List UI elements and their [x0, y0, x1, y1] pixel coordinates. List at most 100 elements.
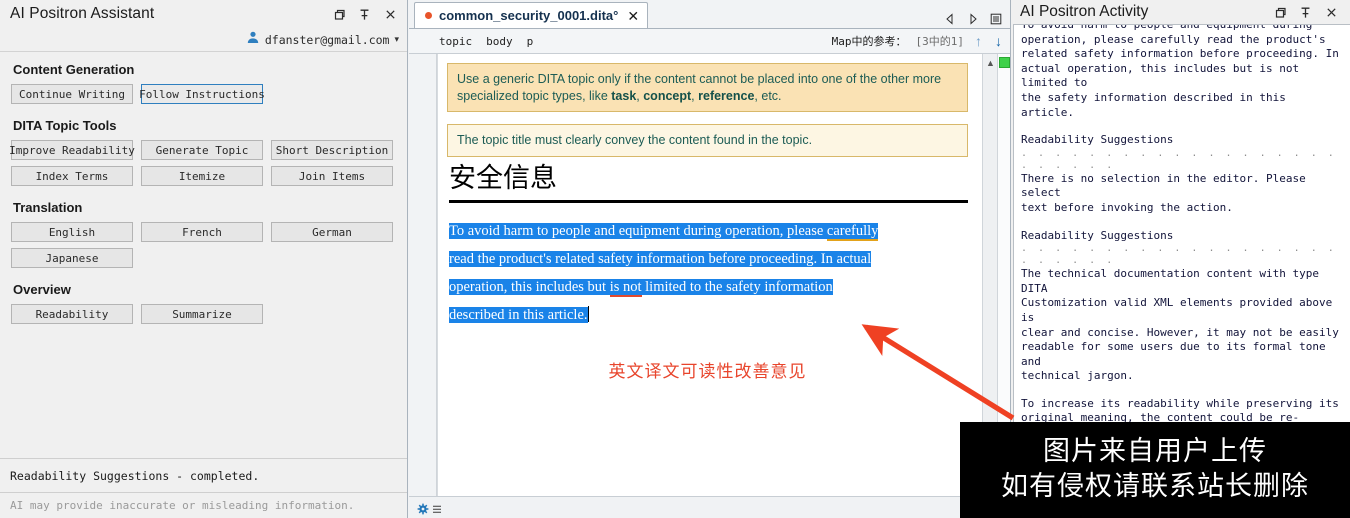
log-block-3: The technical documentation content with…	[1021, 267, 1339, 383]
section-heading-dita-topic-tools: DITA Topic Tools	[13, 118, 117, 133]
editor-breadcrumb-bar: topic body p Map中的参考： [3中的1] ↑ ↓	[409, 28, 1010, 54]
editor-list-icon[interactable]	[990, 12, 1002, 25]
improve-readability-button[interactable]: Improve Readability	[9, 140, 135, 160]
editor-status-bar	[409, 496, 1010, 518]
button-row: Continue Writing Follow Instructions	[11, 84, 396, 104]
breadcrumb-item-body[interactable]: body	[486, 35, 513, 48]
document-canvas[interactable]: Use a generic DITA topic only if the con…	[437, 54, 982, 496]
button-row: Improve Readability Generate Topic Short…	[9, 140, 396, 160]
generate-topic-button[interactable]: Generate Topic	[141, 140, 263, 160]
editor-main-area: Use a generic DITA topic only if the con…	[409, 54, 1010, 496]
title-rule-divider	[449, 199, 968, 203]
map-reference-label: Map中的参考：	[831, 35, 907, 48]
close-icon[interactable]	[384, 8, 397, 21]
scroll-up-icon[interactable]: ▲	[983, 56, 998, 70]
log-spacer	[1021, 120, 1344, 133]
breadcrumb-item-p[interactable]: p	[527, 35, 534, 48]
shortdesc-callout: Use a generic DITA topic only if the con…	[447, 63, 968, 113]
log-block-1: operation, please carefully read the pro…	[1021, 32, 1339, 119]
readability-button[interactable]: Readability	[11, 304, 133, 324]
log-divider-1: . . . . . . . . . . . . . . . . . . . . …	[1021, 147, 1337, 171]
red-annotation-note: 英文译文可读性改善意见	[608, 361, 807, 382]
gear-icon[interactable]	[417, 502, 429, 514]
pin-icon[interactable]	[1299, 6, 1312, 19]
close-icon[interactable]	[1325, 6, 1338, 19]
join-items-button[interactable]: Join Items	[271, 166, 393, 186]
editor-tab-nav-controls	[944, 12, 1010, 28]
section-heading-translation: Translation	[13, 200, 83, 215]
overview-status-marker	[999, 57, 1010, 68]
translate-french-button[interactable]: French	[141, 222, 263, 242]
shortdesc-bold-task: task	[611, 88, 637, 103]
assistant-window-controls	[332, 8, 401, 21]
translate-german-button[interactable]: German	[271, 222, 393, 242]
next-editor-icon[interactable]	[967, 12, 979, 25]
warning-underlined-word: carefully	[826, 222, 879, 241]
restore-icon[interactable]	[1273, 6, 1286, 19]
chevron-down-icon[interactable]: ▾	[394, 35, 399, 44]
editor-tab-bar: common_security_0001.dita° ✕	[409, 0, 1010, 28]
app-root: AI Positron Assistant dfanster@gmail.com…	[0, 0, 1350, 518]
account-email: dfanster@gmail.com	[264, 32, 390, 47]
source-watermark-banner: 图片来自用户上传 如有侵权请联系站长删除	[960, 422, 1350, 518]
translate-english-button[interactable]: English	[11, 222, 133, 242]
previous-editor-icon[interactable]	[944, 12, 956, 25]
log-heading-2: Readability Suggestions	[1021, 228, 1174, 242]
assistant-title-bar: AI Positron Assistant	[0, 0, 407, 28]
assistant-actions-body: Content Generation Continue Writing Foll…	[0, 52, 407, 458]
editor-tab-label: common_security_0001.dita°	[439, 8, 619, 23]
breadcrumb-item-topic[interactable]: topic	[439, 35, 472, 48]
assistant-status-text: Readability Suggestions - completed.	[0, 458, 407, 492]
assistant-panel-title: AI Positron Assistant	[10, 5, 155, 22]
error-underlined-word: is not	[609, 278, 642, 297]
shortdesc-bold-reference: reference	[698, 88, 755, 103]
itemize-button[interactable]: Itemize	[141, 166, 263, 186]
selection-segment-1: To avoid harm to people and equipment du…	[449, 222, 827, 239]
restore-icon[interactable]	[332, 8, 345, 21]
button-row: Readability Summarize	[11, 304, 396, 324]
continue-writing-button[interactable]: Continue Writing	[11, 84, 133, 104]
button-row: Japanese	[11, 248, 396, 268]
map-reference-group: Map中的参考： [3中的1] ↑ ↓	[832, 33, 1010, 49]
watermark-line-1: 图片来自用户上传	[1043, 436, 1267, 468]
button-row: English French German	[11, 222, 396, 242]
activity-title-bar: AI Positron Activity	[1011, 0, 1350, 24]
modified-indicator-icon	[425, 12, 432, 19]
log-block-2: There is no selection in the editor. Ple…	[1021, 171, 1306, 214]
summarize-button[interactable]: Summarize	[141, 304, 263, 324]
section-heading-overview: Overview	[13, 282, 71, 297]
shortdesc-text-after: , etc.	[754, 88, 782, 103]
log-heading-1: Readability Suggestions	[1021, 133, 1174, 147]
editor-tab-common-security[interactable]: common_security_0001.dita° ✕	[414, 2, 649, 28]
translate-japanese-button[interactable]: Japanese	[11, 248, 133, 268]
watermark-line-2: 如有侵权请联系站长删除	[1001, 471, 1309, 502]
editor-left-gutter	[409, 54, 437, 496]
log-divider-2: . . . . . . . . . . . . . . . . . . . . …	[1021, 243, 1337, 267]
assistant-account-bar[interactable]: dfanster@gmail.com ▾	[0, 28, 407, 52]
pin-icon[interactable]	[358, 8, 371, 21]
short-description-button[interactable]: Short Description	[271, 140, 393, 160]
ai-positron-assistant-panel: AI Positron Assistant dfanster@gmail.com…	[0, 0, 408, 518]
arrow-down-icon[interactable]: ↓	[993, 34, 1004, 48]
document-title: 安全信息	[449, 162, 557, 194]
follow-instructions-button[interactable]: Follow Instructions	[139, 84, 265, 104]
text-caret	[587, 305, 590, 322]
index-terms-button[interactable]: Index Terms	[11, 166, 133, 186]
title-hint-callout: The topic title must clearly convey the …	[447, 124, 968, 157]
assistant-disclaimer-text: AI may provide inaccurate or misleading …	[0, 492, 407, 518]
log-spacer	[1021, 216, 1344, 229]
map-reference-count: [3中的1]	[915, 35, 965, 48]
shortdesc-bold-concept: concept	[643, 88, 692, 103]
document-paragraph-selected[interactable]: To avoid harm to people and equipment du…	[449, 217, 886, 329]
user-avatar-icon	[246, 30, 260, 49]
editor-panel: common_security_0001.dita° ✕ topic body …	[409, 0, 1010, 518]
activity-panel-title: AI Positron Activity	[1020, 3, 1149, 20]
log-clipped-line: To avoid harm to people and equipment du…	[1021, 24, 1313, 31]
arrow-up-icon[interactable]: ↑	[973, 34, 984, 48]
button-row: Index Terms Itemize Join Items	[11, 166, 396, 186]
log-spacer	[1021, 384, 1344, 397]
options-list-icon[interactable]	[432, 502, 443, 513]
tab-close-icon[interactable]: ✕	[625, 9, 639, 23]
section-heading-content-generation: Content Generation	[13, 62, 135, 77]
activity-window-controls	[1273, 6, 1342, 19]
